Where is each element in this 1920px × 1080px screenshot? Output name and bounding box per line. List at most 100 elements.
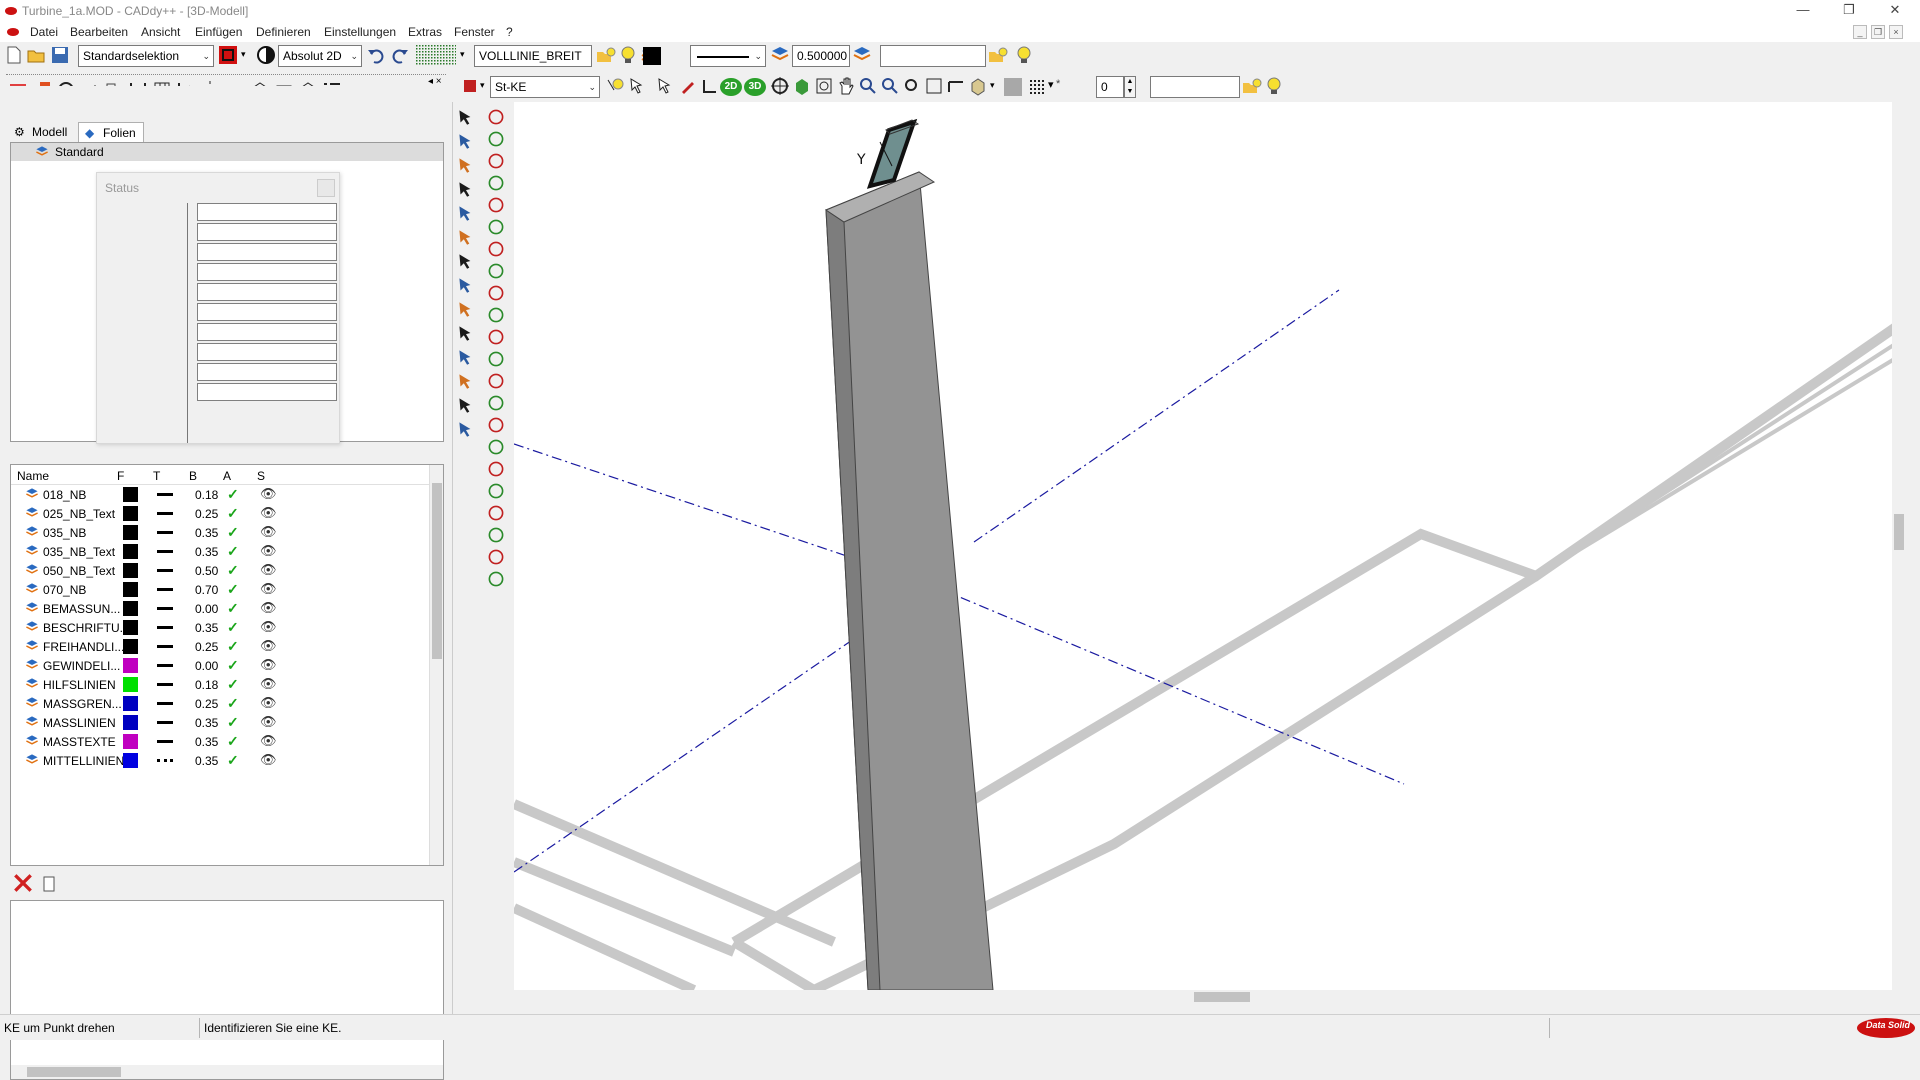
tab-modell[interactable]: ⚙ Modell — [8, 122, 76, 142]
layer-active-check-icon[interactable]: ✓ — [227, 581, 239, 598]
layer-width[interactable]: 0.35 — [195, 526, 218, 540]
line-type-field[interactable]: VOLLLINIE_BREIT — [474, 45, 592, 67]
layer-width[interactable]: 0.18 — [195, 678, 218, 692]
layer-color-swatch[interactable] — [123, 639, 138, 654]
number-field[interactable]: 0 — [1096, 76, 1124, 98]
layer-width[interactable]: 0.35 — [195, 545, 218, 559]
col-b[interactable]: B — [189, 469, 197, 483]
zoom-previous-icon[interactable] — [924, 76, 944, 96]
layer-row[interactable]: 035_NB 0.35 ✓ 👁 — [15, 523, 435, 542]
layer-linetype[interactable] — [157, 588, 173, 591]
layer-row[interactable]: 018_NB 0.18 ✓ 👁 — [15, 485, 435, 504]
section-view-icon[interactable] — [946, 76, 966, 96]
curve-icon[interactable] — [485, 414, 507, 436]
menu-einfuegen[interactable]: Einfügen — [195, 25, 242, 39]
minimize-icon[interactable]: — — [1780, 0, 1826, 22]
layer-row[interactable]: BESCHRIFTU... 0.35 ✓ 👁 — [15, 618, 435, 637]
info-hscrollbar[interactable] — [11, 1065, 443, 1079]
mdi-close-icon[interactable]: × — [1889, 25, 1903, 39]
layer-color-swatch[interactable] — [123, 487, 138, 502]
mdi-restore-icon[interactable]: ❐ — [1871, 25, 1885, 39]
coordinate-mode-select[interactable]: Absolut 2D ⌄ — [278, 45, 362, 67]
select-arrow-icon[interactable] — [455, 106, 477, 128]
layer-visible-eye-icon[interactable]: 👁 — [260, 733, 277, 749]
ke-icon[interactable] — [460, 76, 480, 96]
bulb-icon[interactable] — [618, 45, 638, 65]
layer-row[interactable]: 025_NB_Text 0.25 ✓ 👁 — [15, 504, 435, 523]
status-close-button[interactable] — [317, 179, 335, 197]
layer-width[interactable]: 0.25 — [195, 640, 218, 654]
zoom-window-icon[interactable] — [814, 76, 834, 96]
menu-fenster[interactable]: Fenster — [454, 25, 495, 39]
pencil-green-icon[interactable] — [455, 250, 477, 272]
layer-visible-eye-icon[interactable]: 👁 — [260, 752, 277, 768]
redo-icon[interactable] — [390, 45, 410, 65]
layer-color-swatch[interactable] — [123, 544, 138, 559]
save-icon[interactable] — [50, 45, 70, 65]
layer-width[interactable]: 0.35 — [195, 716, 218, 730]
dimension-yellow-icon[interactable] — [455, 298, 477, 320]
grid-dropdown-icon[interactable]: ▾ — [460, 49, 465, 60]
fillet-icon[interactable] — [485, 458, 507, 480]
shade-dropdown-icon[interactable]: ▾ — [990, 80, 995, 91]
layer-visible-eye-icon[interactable]: 👁 — [260, 638, 277, 654]
line-icon[interactable] — [485, 128, 507, 150]
color-swatch[interactable] — [643, 47, 661, 65]
grid-icon[interactable] — [416, 45, 456, 65]
layer-active-check-icon[interactable]: ✓ — [227, 543, 239, 560]
layer-visible-eye-icon[interactable]: 👁 — [260, 619, 277, 635]
layer-row[interactable]: MASSTEXTE 0.35 ✓ 👁 — [15, 732, 435, 751]
layer-color-swatch[interactable] — [123, 601, 138, 616]
layer-visible-eye-icon[interactable]: 👁 — [260, 657, 277, 673]
layer-active-check-icon[interactable]: ✓ — [227, 562, 239, 579]
bulb-pointer-icon[interactable] — [606, 76, 626, 96]
arc-icon[interactable] — [485, 238, 507, 260]
layer-linetype[interactable] — [157, 531, 173, 534]
hatch-tool-icon[interactable] — [455, 370, 477, 392]
3d-model-view[interactable]: Y — [511, 102, 1909, 995]
layer-active-check-icon[interactable]: ✓ — [227, 600, 239, 617]
pencil-red-icon[interactable] — [678, 76, 698, 96]
layer-active-check-icon[interactable]: ✓ — [227, 505, 239, 522]
circle-red-icon[interactable] — [485, 304, 507, 326]
chamfer-icon[interactable] — [485, 546, 507, 568]
pattern-dropdown-icon[interactable]: ▾ — [1048, 78, 1054, 91]
line-width-field[interactable]: 0.500000 — [792, 45, 850, 67]
layer-width[interactable]: 0.25 — [195, 507, 218, 521]
folder-bulb-icon[interactable] — [596, 45, 616, 65]
fill-swatch[interactable] — [1004, 78, 1022, 96]
layer-active-check-icon[interactable]: ✓ — [227, 638, 239, 655]
offset-icon[interactable] — [485, 524, 507, 546]
layer-linetype[interactable] — [157, 493, 173, 496]
layer-active-check-icon[interactable]: ✓ — [227, 695, 239, 712]
layer-width[interactable]: 0.35 — [195, 621, 218, 635]
layer-visible-eye-icon[interactable]: 👁 — [260, 695, 277, 711]
undo-icon[interactable] — [366, 45, 386, 65]
layer-row[interactable]: 035_NB_Text 0.35 ✓ 👁 — [15, 542, 435, 561]
line-style-select[interactable]: ⌄ — [690, 45, 766, 67]
view-2d-button[interactable]: 2D — [720, 78, 742, 96]
layer-row[interactable]: BEMASSUN... 0.00 ✓ 👁 — [15, 599, 435, 618]
layer-linetype[interactable] — [157, 740, 173, 743]
parallel-icon[interactable] — [485, 436, 507, 458]
canvas-vscrollbar[interactable] — [1892, 102, 1906, 990]
layer-width[interactable]: 0.25 — [195, 697, 218, 711]
layer-linetype[interactable] — [157, 683, 173, 686]
eraser-icon[interactable] — [455, 418, 477, 440]
layer-row[interactable]: 050_NB_Text 0.50 ✓ 👁 — [15, 561, 435, 580]
bulb-icon-3[interactable] — [1264, 76, 1284, 96]
axis-icon[interactable] — [455, 274, 477, 296]
pointer-layer-icon[interactable] — [628, 76, 648, 96]
rectangle-icon[interactable] — [485, 172, 507, 194]
layer-active-check-icon[interactable]: ✓ — [227, 714, 239, 731]
layer-visible-eye-icon[interactable]: 👁 — [260, 562, 277, 578]
layer-width[interactable]: 0.70 — [195, 583, 218, 597]
menu-datei[interactable]: Datei — [30, 25, 58, 39]
tree-root-row[interactable]: Standard — [11, 143, 443, 161]
layer-width[interactable]: 0.18 — [195, 488, 218, 502]
layer-color-swatch[interactable] — [123, 753, 138, 768]
layer-color-swatch[interactable] — [123, 525, 138, 540]
layer-width[interactable]: 0.50 — [195, 564, 218, 578]
layer-color-swatch[interactable] — [123, 696, 138, 711]
layer-linetype[interactable] — [157, 664, 173, 667]
